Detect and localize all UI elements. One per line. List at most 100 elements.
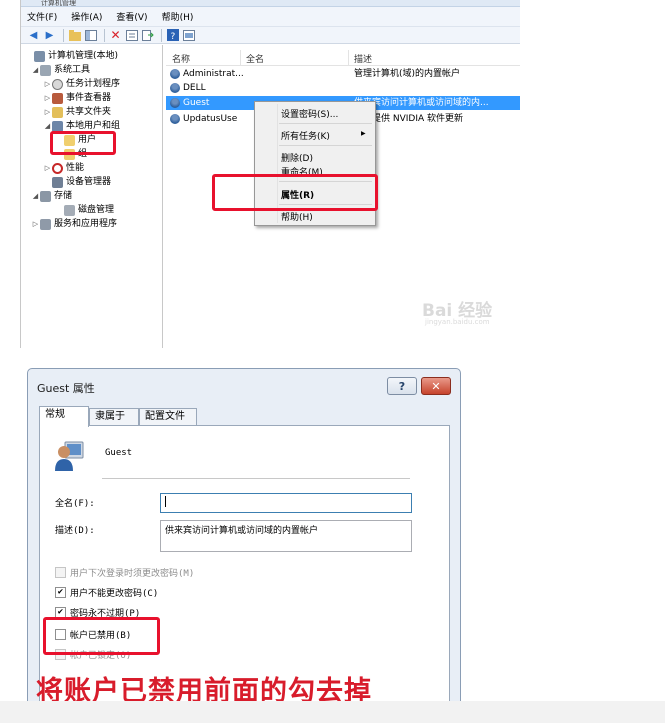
fullname-label: 全名(F): <box>55 499 95 509</box>
toolbar-separator <box>161 28 162 42</box>
tree-item-shared-folders[interactable]: ▷ 共享文件夹 <box>43 105 111 119</box>
mmc-console-icon[interactable] <box>182 29 195 42</box>
services-icon <box>40 218 51 230</box>
tab-general[interactable]: 常规 <box>39 406 89 427</box>
general-tab-panel: Guest 全名(F): 描述(D): 供来宾访问计算机或访问域的内置帐户 用户… <box>39 425 450 709</box>
description-label: 描述(D): <box>55 526 95 536</box>
tree-item-label: 事件查看器 <box>66 93 112 103</box>
tree-expander[interactable]: ▷ <box>31 217 40 231</box>
tree-item-performance[interactable]: ▷ 性能 <box>43 161 84 175</box>
tree-item-task-scheduler[interactable]: ▷ 任务计划程序 <box>43 77 120 91</box>
window-title: 计算机管理 <box>21 0 520 7</box>
tree-item-label: 任务计划程序 <box>66 79 121 89</box>
checkmark-icon[interactable]: ✔ <box>55 587 66 598</box>
divider <box>102 478 410 479</box>
menu-view[interactable]: 查看(V) <box>116 10 147 23</box>
shared-folder-icon <box>52 106 63 118</box>
highlight-properties-item <box>212 174 378 211</box>
list-header: 名称 全名 描述 <box>166 50 520 66</box>
tree-item-services-applications[interactable]: ▷ 服务和应用程序 <box>31 217 117 231</box>
menu-item-help[interactable]: 帮助(H) <box>281 210 313 223</box>
column-description[interactable]: 描述 <box>354 52 372 65</box>
menu-file[interactable]: 文件(F) <box>27 10 57 23</box>
tree-item-label: 性能 <box>66 163 85 173</box>
tab-member-of[interactable]: 隶属于 <box>89 408 139 426</box>
toolbar-separator <box>63 28 64 42</box>
delete-x-icon[interactable]: ✕ <box>109 28 122 42</box>
column-fullname[interactable]: 全名 <box>246 52 264 65</box>
column-name[interactable]: 名称 <box>172 52 190 65</box>
tree-item-label: 计算机管理(本地) <box>48 51 119 61</box>
toolbar-separator <box>104 28 105 42</box>
checkbox-label: 用户不能更改密码(C) <box>70 589 159 599</box>
navigation-tree: 计算机管理(本地) ◢ 系统工具 ▷ 任务计划程序 ▷ 事件查看器 ▷ 共享文件… <box>21 45 163 348</box>
highlight-account-disabled <box>43 617 160 655</box>
menu-item-delete[interactable]: 删除(D) <box>281 151 313 164</box>
checkbox-label: 用户下次登录时须更改密码(M) <box>70 569 195 579</box>
tree-item-label: 系统工具 <box>54 65 91 75</box>
row-description: 管理计算机(域)的内置帐户 <box>354 69 461 79</box>
tree-item-device-manager[interactable]: 设备管理器 <box>43 175 111 189</box>
help-button[interactable]: ? <box>387 377 417 395</box>
forward-arrow-icon[interactable]: ▶ <box>43 29 56 42</box>
no-entry-icon <box>52 162 63 174</box>
event-viewer-icon <box>52 92 63 104</box>
dialog-title: Guest 属性 <box>37 382 95 395</box>
tree-expander[interactable]: ◢ <box>31 189 40 203</box>
tree-expander[interactable]: ◢ <box>31 63 40 77</box>
checkbox-box[interactable] <box>55 567 66 578</box>
tree-item-storage[interactable]: ◢ 存储 <box>31 189 72 203</box>
device-manager-icon <box>52 176 63 188</box>
menu-action[interactable]: 操作(A) <box>71 10 102 23</box>
user-icon <box>170 114 180 124</box>
tree-expander[interactable]: ▷ <box>43 161 52 175</box>
export-list-icon[interactable] <box>141 29 154 42</box>
user-icon <box>170 83 180 93</box>
menu-help[interactable]: 帮助(H) <box>162 10 194 23</box>
user-icon <box>170 98 180 108</box>
tree-item-event-viewer[interactable]: ▷ 事件查看器 <box>43 91 111 105</box>
menu-separator <box>279 145 372 146</box>
table-row[interactable]: Administrat... 管理计算机(域)的内置帐户 <box>166 67 520 81</box>
tree-expander[interactable]: ▷ <box>43 105 52 119</box>
properties-icon[interactable] <box>125 29 138 42</box>
tab-profile[interactable]: 配置文件 <box>139 408 197 426</box>
computer-management-icon <box>34 50 45 62</box>
column-divider[interactable] <box>348 50 349 66</box>
show-hide-tree-icon[interactable] <box>84 29 97 42</box>
disk-icon <box>64 204 75 216</box>
table-row[interactable]: DELL <box>166 81 520 95</box>
column-divider[interactable] <box>240 50 241 66</box>
fullname-input[interactable] <box>160 493 412 513</box>
tree-item-label: 共享文件夹 <box>66 107 112 117</box>
user-icon <box>170 69 180 79</box>
toolbar: ◀ ▶ ✕ ? <box>21 27 520 44</box>
tree-item-label: 存储 <box>54 191 73 201</box>
menu-separator <box>279 123 372 124</box>
tree-item-label: 服务和应用程序 <box>54 219 118 229</box>
guest-properties-dialog: Guest 属性 ? ✕ 常规 隶属于 配置文件 Guest 全名(F): 描述… <box>27 368 461 709</box>
menu-item-all-tasks[interactable]: 所有任务(K) <box>281 129 330 142</box>
tree-expander[interactable]: ▷ <box>43 77 52 91</box>
text-cursor <box>165 496 166 507</box>
description-input[interactable]: 供来宾访问计算机或访问域的内置帐户 <box>160 520 412 552</box>
highlight-users-node <box>50 131 116 155</box>
up-folder-icon[interactable] <box>68 29 81 42</box>
checkbox-must-change-password[interactable]: 用户下次登录时须更改密码(M) <box>55 566 194 579</box>
menu-bar: 文件(F) 操作(A) 查看(V) 帮助(H) <box>21 7 520 27</box>
submenu-arrow-icon: ▶ <box>361 130 366 137</box>
tree-item-system-tools[interactable]: ◢ 系统工具 <box>31 63 90 77</box>
row-name: Guest <box>183 98 210 108</box>
tree-item-disk-management[interactable]: 磁盘管理 <box>55 203 114 217</box>
tree-item-computer-management[interactable]: 计算机管理(本地) <box>25 49 118 63</box>
checkbox-cannot-change-password[interactable]: ✔ 用户不能更改密码(C) <box>55 586 158 599</box>
help-icon[interactable]: ? <box>166 29 179 42</box>
close-button[interactable]: ✕ <box>421 377 451 395</box>
users-group-icon <box>52 120 63 132</box>
tree-expander[interactable]: ▷ <box>43 91 52 105</box>
row-name: Administrat... <box>183 69 244 79</box>
row-name: UpdatusUse <box>183 114 238 124</box>
menu-item-set-password[interactable]: 设置密码(S)... <box>281 107 338 120</box>
back-arrow-icon[interactable]: ◀ <box>27 29 40 42</box>
user-avatar-icon <box>55 441 84 471</box>
